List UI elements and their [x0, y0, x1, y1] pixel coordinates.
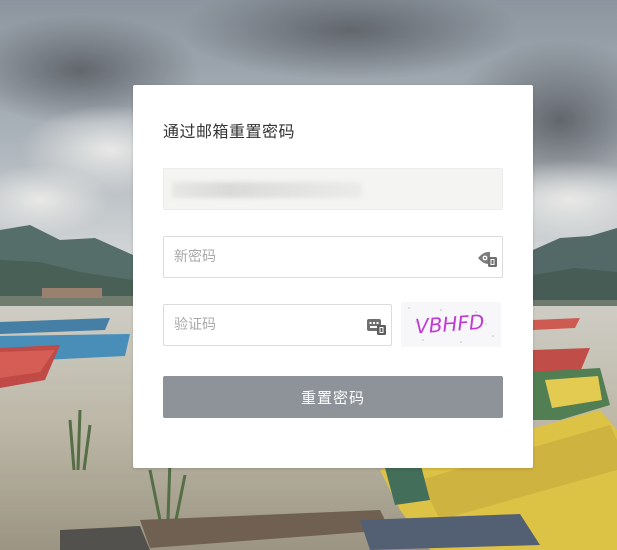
card-title: 通过邮箱重置密码	[163, 122, 296, 141]
email-value-redacted	[172, 182, 362, 198]
reset-password-button[interactable]: 重置密码	[163, 376, 503, 418]
password-keyboard-icon[interactable]	[477, 248, 497, 268]
page: 通过邮箱重置密码 验证码 VBHFD 重置密码	[0, 0, 617, 550]
captcha-text: VBHFD	[414, 310, 485, 339]
captcha-image[interactable]: VBHFD	[401, 302, 501, 347]
reset-password-card: 通过邮箱重置密码 验证码 VBHFD 重置密码	[133, 85, 533, 468]
new-password-field[interactable]	[163, 236, 503, 278]
captcha-input[interactable]	[164, 305, 391, 345]
captcha-field[interactable]	[163, 304, 392, 346]
email-field[interactable]	[163, 168, 503, 210]
keyboard-icon[interactable]	[366, 316, 386, 336]
new-password-input[interactable]	[164, 237, 502, 277]
